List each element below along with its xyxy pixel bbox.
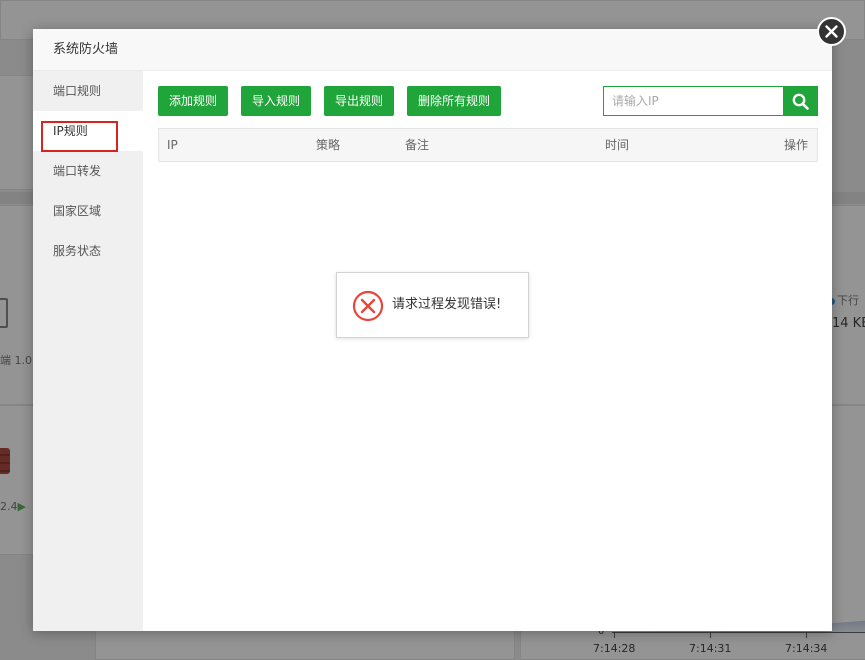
column-header-remark[interactable]: 备注 [405,129,429,161]
close-dialog-button[interactable] [817,17,846,46]
sidebar-item-ip-rules[interactable]: IP规则 [33,111,143,151]
column-header-ip[interactable]: IP [167,129,178,161]
add-rule-button[interactable]: 添加规则 [158,86,229,116]
import-rules-button[interactable]: 导入规则 [241,86,312,116]
toolbar: 添加规则 导入规则 导出规则 删除所有规则 [158,86,511,116]
search-input[interactable] [603,86,784,116]
delete-all-rules-button[interactable]: 删除所有规则 [407,86,502,116]
error-message-toast: 请求过程发现错误! [336,272,529,338]
rules-table-header: IP 策略 备注 时间 操作 [158,128,818,162]
column-header-policy[interactable]: 策略 [316,129,340,161]
search-icon [792,93,809,110]
sidebar-item-service-status[interactable]: 服务状态 [33,231,143,271]
sidebar-item-port-rules[interactable]: 端口规则 [33,71,143,111]
dialog-content: 添加规则导入规则导出规则删除所有规则 IP 策略 备注 时间 操作 [143,71,832,631]
ip-search [603,86,818,116]
column-header-time[interactable]: 时间 [605,129,629,161]
export-rules-button[interactable]: 导出规则 [324,86,395,116]
close-icon [825,25,838,38]
error-circle-x-icon [352,290,384,322]
sidebar-item-port-forwarding[interactable]: 端口转发 [33,151,143,191]
error-message-text: 请求过程发现错误! [392,297,502,312]
sidebar-item-country-region[interactable]: 国家区域 [33,191,143,231]
search-button[interactable] [783,86,818,116]
dialog-title: 系统防火墙 [33,29,832,71]
dialog-sidebar: 端口规则 IP规则 端口转发 国家区域 服务状态 [33,71,143,631]
column-header-actions: 操作 [784,138,809,152]
